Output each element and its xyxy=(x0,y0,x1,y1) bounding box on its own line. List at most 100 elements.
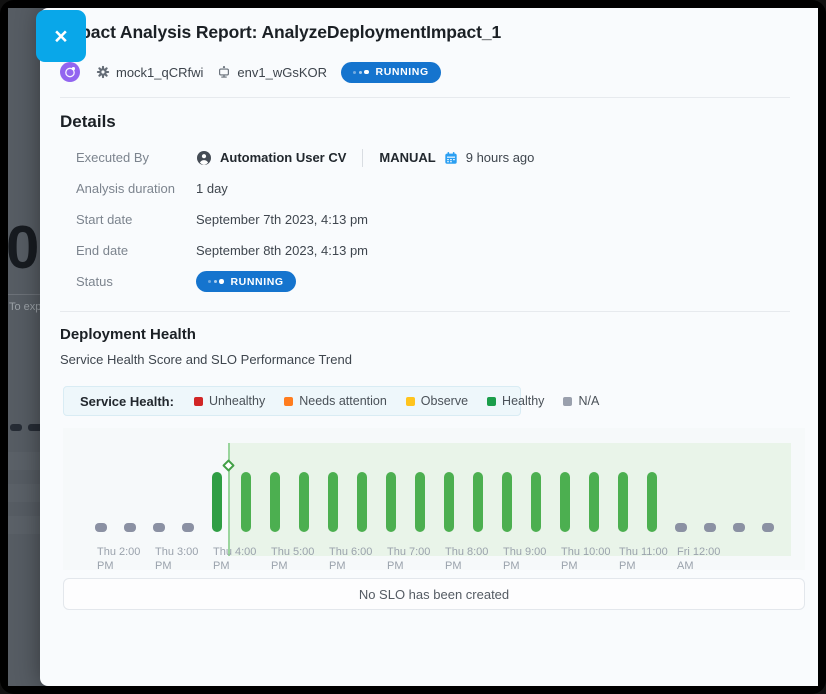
health-chart: Thu 2:00PMThu 3:00PMThu 4:00PMThu 5:00PM… xyxy=(63,428,805,570)
trigger-type: MANUAL xyxy=(379,150,435,165)
legend-item: N/A xyxy=(563,394,599,408)
health-bar[interactable] xyxy=(153,523,165,532)
gear-icon xyxy=(96,65,110,79)
health-bar[interactable] xyxy=(444,472,454,532)
axis-tick-label: Thu 4:00PM xyxy=(213,545,277,573)
health-bar[interactable] xyxy=(618,472,628,532)
close-icon: × xyxy=(54,23,67,49)
details-heading: Details xyxy=(60,112,116,132)
axis-tick-label: Fri 12:00AM xyxy=(677,545,741,573)
background-count: 0 xyxy=(8,218,39,278)
axis-tick-label: Thu 3:00PM xyxy=(155,545,219,573)
environment-ref: env1_wGsKOR xyxy=(217,65,327,80)
legend-swatch-icon xyxy=(284,397,293,406)
health-bar[interactable] xyxy=(473,472,483,532)
slo-empty-text: No SLO has been created xyxy=(359,587,509,602)
impact-analysis-drawer: Impact Analysis Report: AnalyzeDeploymen… xyxy=(40,8,818,686)
health-bar[interactable] xyxy=(212,472,222,532)
legend-item: Needs attention xyxy=(284,394,387,408)
axis-tick-label: Thu 5:00PM xyxy=(271,545,335,573)
legend-item: Observe xyxy=(406,394,468,408)
legend-swatch-icon xyxy=(487,397,496,406)
health-bar[interactable] xyxy=(241,472,251,532)
detail-row-start-date: Start date September 7th 2023, 4:13 pm xyxy=(76,204,776,235)
pipeline-ref: mock1_qCRfwi xyxy=(96,65,203,80)
slo-empty-state: No SLO has been created xyxy=(63,578,805,610)
health-bar[interactable] xyxy=(647,472,657,532)
start-date-value: September 7th 2023, 4:13 pm xyxy=(196,212,368,227)
legend-swatch-icon xyxy=(406,397,415,406)
health-bar[interactable] xyxy=(415,472,425,532)
value-divider xyxy=(362,149,363,167)
end-date-value: September 8th 2023, 4:13 pm xyxy=(196,243,368,258)
executed-by-user: Automation User CV xyxy=(220,150,346,165)
environment-icon xyxy=(217,65,231,79)
health-bar[interactable] xyxy=(762,523,774,532)
legend-title: Service Health: xyxy=(80,394,174,409)
background-row xyxy=(8,452,42,470)
axis-tick-label: Thu 2:00PM xyxy=(97,545,161,573)
legend-label: Unhealthy xyxy=(209,394,265,408)
environment-name: env1_wGsKOR xyxy=(237,65,327,80)
header-divider xyxy=(60,97,790,98)
health-bar[interactable] xyxy=(704,523,716,532)
legend-label: Observe xyxy=(421,394,468,408)
detail-row-analysis-duration: Analysis duration 1 day xyxy=(76,173,776,204)
running-dots-icon xyxy=(208,279,224,284)
background-row xyxy=(8,484,42,502)
status-badge-label: RUNNING xyxy=(376,66,429,78)
health-bar[interactable] xyxy=(386,472,396,532)
axis-tick-label: Thu 7:00PM xyxy=(387,545,451,573)
legend-label: N/A xyxy=(578,394,599,408)
health-bar[interactable] xyxy=(95,523,107,532)
section-divider xyxy=(60,311,790,312)
detail-row-executed-by: Executed By Automation User CV MANUAL xyxy=(76,142,776,173)
background-bar xyxy=(10,424,22,431)
analysis-duration-value: 1 day xyxy=(196,181,228,196)
detail-row-status: Status RUNNING xyxy=(76,266,776,297)
health-bar[interactable] xyxy=(357,472,367,532)
service-avatar-icon xyxy=(60,62,80,82)
legend-label: Healthy xyxy=(502,394,544,408)
report-meta-row: mock1_qCRfwi env1_wGsKOR RUNNING xyxy=(60,60,441,84)
screenshot: 0 To exp Impact Analysis Report: Analyze… xyxy=(0,0,826,694)
executed-time: 9 hours ago xyxy=(466,150,535,165)
health-bar[interactable] xyxy=(675,523,687,532)
axis-tick-label: Thu 10:00PM xyxy=(561,545,625,573)
page-title: Impact Analysis Report: AnalyzeDeploymen… xyxy=(60,22,501,43)
background-row xyxy=(8,516,42,534)
service-health-legend: Service Health: Unhealthy Needs attention… xyxy=(63,386,521,416)
status-value: RUNNING xyxy=(231,276,284,288)
health-bar[interactable] xyxy=(328,472,338,532)
background-divider xyxy=(8,294,42,295)
running-dots-icon xyxy=(353,70,369,75)
health-bar[interactable] xyxy=(182,523,194,532)
health-bar[interactable] xyxy=(531,472,541,532)
legend-items: Unhealthy Needs attention Observe Healthy N/… xyxy=(194,394,599,408)
detail-row-end-date: End date September 8th 2023, 4:13 pm xyxy=(76,235,776,266)
legend-item: Healthy xyxy=(487,394,544,408)
axis-tick-label: Thu 6:00PM xyxy=(329,545,393,573)
health-bar[interactable] xyxy=(733,523,745,532)
deployment-health-heading: Deployment Health xyxy=(60,326,196,343)
calendar-icon xyxy=(444,151,458,165)
health-bar[interactable] xyxy=(560,472,570,532)
health-bar[interactable] xyxy=(270,472,280,532)
pipeline-name: mock1_qCRfwi xyxy=(116,65,203,80)
legend-label: Needs attention xyxy=(299,394,387,408)
user-icon xyxy=(196,150,212,166)
details-rows: Executed By Automation User CV MANUAL xyxy=(76,142,776,297)
health-bar[interactable] xyxy=(299,472,309,532)
axis-tick-label: Thu 11:00PM xyxy=(619,545,683,573)
health-bar[interactable] xyxy=(502,472,512,532)
status-badge: RUNNING xyxy=(196,271,296,292)
close-button[interactable]: × xyxy=(36,10,86,62)
axis-tick-label: Thu 8:00PM xyxy=(445,545,509,573)
chart-subtitle: Service Health Score and SLO Performance… xyxy=(60,352,352,367)
legend-swatch-icon xyxy=(563,397,572,406)
axis-tick-label: Thu 9:00PM xyxy=(503,545,567,573)
legend-item: Unhealthy xyxy=(194,394,265,408)
background-hint-text: To exp xyxy=(9,301,41,313)
health-bar[interactable] xyxy=(124,523,136,532)
health-bar[interactable] xyxy=(589,472,599,532)
